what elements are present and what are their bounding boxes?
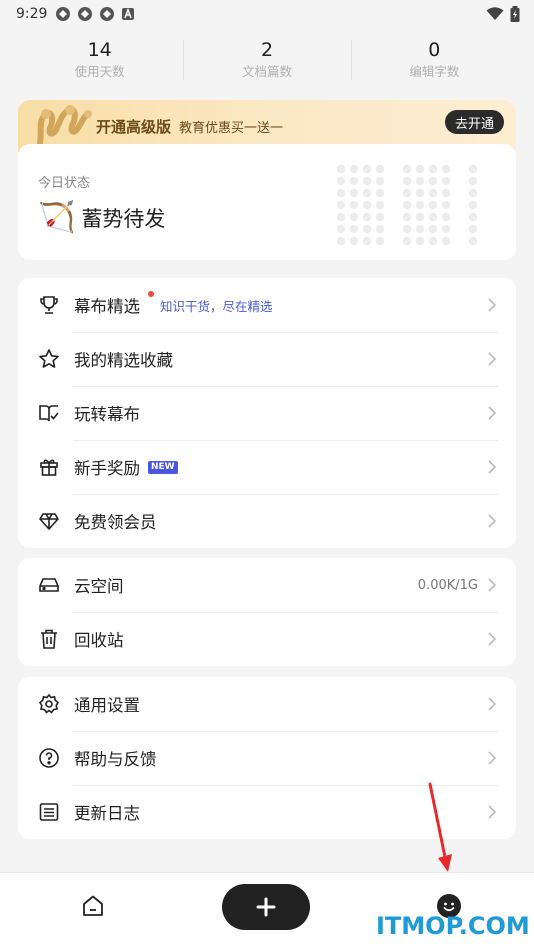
menu-group-storage: 云空间 0.00K/1G 回收站: [18, 558, 516, 666]
wifi-icon: [486, 7, 504, 20]
menu-item-label: 新手奖励: [74, 459, 140, 478]
storage-usage-value: 0.00K/1G: [417, 577, 478, 593]
gear-icon: [38, 693, 60, 715]
today-label: 今日状态: [38, 176, 91, 191]
chevron-right-icon: [488, 460, 496, 474]
app-icon: [100, 7, 115, 21]
stat-label: 文档篇数: [241, 64, 292, 79]
status-bar: 9:29: [0, 0, 534, 28]
stat-label: 使用天数: [74, 64, 125, 79]
menu-item-label: 更新日志: [74, 804, 140, 823]
menu-item-recycle-bin[interactable]: 回收站: [18, 612, 516, 666]
home-icon[interactable]: [80, 893, 106, 923]
plus-icon: [256, 897, 276, 917]
diamond-icon: [38, 510, 60, 532]
help-icon: [38, 747, 60, 769]
a-icon: [122, 7, 135, 20]
chevron-right-icon: [488, 697, 496, 711]
chevron-right-icon: [488, 805, 496, 819]
watermark-text: ITMOP.COM: [376, 912, 530, 940]
stat-value: 2: [260, 39, 274, 61]
today-status-card[interactable]: 今日状态 🏹 蓄势待发: [18, 144, 516, 260]
new-dot-indicator: [148, 291, 154, 297]
menu-item-label: 帮助与反馈: [74, 750, 157, 769]
gift-icon: [38, 456, 60, 478]
promo-subtitle: 教育优惠买一送一: [179, 120, 284, 136]
menu-item-label: 我的精选收藏: [74, 351, 173, 370]
chevron-right-icon: [488, 514, 496, 528]
chevron-right-icon: [488, 298, 496, 312]
featured-tagline-link[interactable]: 知识干货，尽在精选: [160, 296, 273, 315]
premium-logo-icon: [37, 105, 92, 147]
book-check-icon: [38, 402, 60, 424]
menu-item-free-membership[interactable]: 免费领会员: [18, 494, 516, 548]
annotation-arrow: [428, 782, 452, 872]
menu-item-label: 通用设置: [74, 696, 140, 715]
menu-item-cloud-space[interactable]: 云空间 0.00K/1G: [18, 558, 516, 612]
menu-item-tutorial[interactable]: 玩转幕布: [18, 386, 516, 440]
trash-icon: [38, 628, 60, 650]
chevron-right-icon: [488, 751, 496, 765]
status-time: 9:29: [16, 6, 48, 22]
promo-title: 开通高级版: [96, 117, 172, 136]
chevron-right-icon: [488, 632, 496, 646]
list-icon: [38, 801, 60, 823]
new-badge: NEW: [148, 460, 178, 474]
menu-item-featured[interactable]: 幕布精选 知识干货，尽在精选: [18, 278, 516, 332]
battery-icon: [510, 6, 520, 22]
bow-arrow-icon: 🏹: [38, 200, 76, 235]
star-icon: [38, 348, 60, 370]
chevron-right-icon: [488, 406, 496, 420]
menu-item-help-feedback[interactable]: 帮助与反馈: [18, 731, 516, 785]
stat-docs: 2 文档篇数: [183, 38, 350, 82]
chevron-right-icon: [488, 352, 496, 366]
app-icon: [78, 7, 93, 21]
menu-item-label: 云空间: [74, 577, 124, 596]
chevron-right-icon: [488, 578, 496, 592]
today-status-text: 蓄势待发: [81, 207, 166, 231]
add-button[interactable]: [222, 884, 310, 930]
menu-item-label: 玩转幕布: [74, 405, 140, 424]
today-status: 🏹 蓄势待发: [38, 200, 165, 236]
menu-item-label: 回收站: [74, 631, 124, 650]
menu-item-newbie-rewards[interactable]: 新手奖励 NEW: [18, 440, 516, 494]
menu-item-label: 幕布精选: [74, 297, 140, 316]
app-icon: [56, 7, 71, 21]
menu-group-featured: 幕布精选 知识干货，尽在精选 我的精选收藏 玩转幕布 新手奖励 NEW 免费领会…: [18, 278, 516, 548]
upgrade-button[interactable]: 去开通: [444, 110, 504, 134]
menu-item-label: 免费领会员: [74, 513, 157, 532]
stat-value: 14: [87, 39, 112, 61]
activity-dot-grid: [336, 164, 478, 246]
menu-item-settings[interactable]: 通用设置: [18, 677, 516, 731]
stat-days: 14 使用天数: [16, 38, 183, 82]
stats-bar: 14 使用天数 2 文档篇数 0 编辑字数: [16, 32, 518, 88]
drive-icon: [38, 574, 60, 596]
trophy-icon: [38, 294, 60, 316]
stat-label: 编辑字数: [409, 64, 460, 79]
menu-item-favorites[interactable]: 我的精选收藏: [18, 332, 516, 386]
stat-words: 0 编辑字数: [350, 38, 518, 82]
stat-value: 0: [428, 39, 441, 61]
